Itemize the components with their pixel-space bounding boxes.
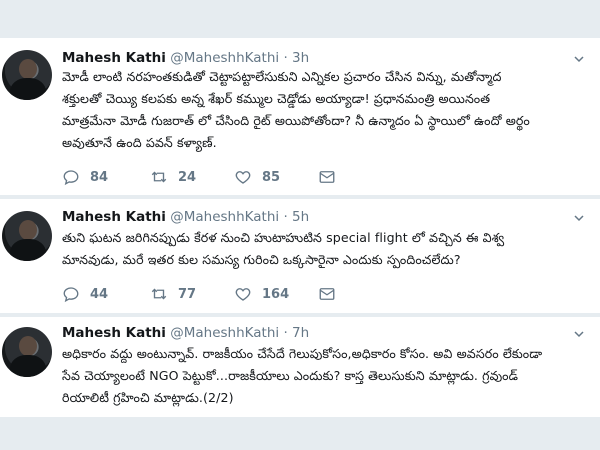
reply-icon bbox=[63, 287, 79, 303]
tweet-text: అధికారం వద్దు అంటున్నావ్. రాజకీయం చేసేదే… bbox=[62, 343, 587, 409]
timestamp[interactable]: 5h bbox=[292, 209, 309, 225]
like-count: 164 bbox=[262, 286, 290, 302]
timestamp[interactable]: 3h bbox=[292, 50, 309, 66]
reply-button[interactable]: 84 bbox=[62, 166, 108, 188]
reply-button[interactable]: 44 bbox=[62, 283, 108, 305]
like-button[interactable]: 164 bbox=[234, 283, 289, 305]
avatar[interactable] bbox=[2, 211, 52, 261]
dm-button[interactable] bbox=[318, 166, 346, 188]
chevron-down-icon[interactable] bbox=[574, 329, 584, 339]
retweet-icon bbox=[151, 171, 167, 183]
tweet-header: Mahesh Kathi @MaheshhKathi · 7h bbox=[62, 323, 309, 343]
tweet-text-line: సేవ చెయ్యాలంటే NGO పెట్టుకో...రాజకీయాలు … bbox=[62, 368, 519, 383]
retweet-button[interactable]: 77 bbox=[150, 283, 196, 305]
user-handle[interactable]: @MaheshhKathi bbox=[170, 50, 279, 66]
top-separator bbox=[0, 0, 600, 38]
chevron-down-icon[interactable] bbox=[574, 54, 584, 64]
reply-icon bbox=[63, 170, 79, 186]
reply-count: 44 bbox=[90, 286, 109, 302]
tweet-text-line: మాత్రమేనా మోడీ గుజరాత్ లో చేసింది రైట్ అ… bbox=[62, 113, 530, 128]
user-handle[interactable]: @MaheshhKathi bbox=[170, 325, 279, 341]
tweet-card[interactable]: Mahesh Kathi @MaheshhKathi · 3h మోడీ లాం… bbox=[0, 38, 600, 195]
tweet-text-line: రియాలిటీ గ్రహించి మాట్లాడు.(2/2) bbox=[62, 390, 234, 405]
heart-icon bbox=[235, 288, 251, 301]
display-name[interactable]: Mahesh Kathi bbox=[62, 325, 166, 341]
display-name[interactable]: Mahesh Kathi bbox=[62, 209, 166, 225]
chevron-down-icon[interactable] bbox=[574, 213, 584, 223]
retweet-icon bbox=[151, 288, 167, 300]
dm-button[interactable] bbox=[318, 283, 346, 305]
heart-icon bbox=[235, 171, 251, 184]
tweet-text-line: శక్తులతో చెయ్యి కలపకు అన్న శేఖర్ కమ్ముల … bbox=[62, 91, 491, 106]
retweet-button[interactable]: 24 bbox=[150, 166, 196, 188]
tweet-text-line: అధికారం వద్దు అంటున్నావ్. రాజకీయం చేసేదే… bbox=[62, 346, 543, 361]
avatar[interactable] bbox=[2, 327, 52, 377]
retweet-count: 77 bbox=[178, 286, 197, 302]
tweet-header: Mahesh Kathi @MaheshhKathi · 5h bbox=[62, 207, 309, 227]
retweet-count: 24 bbox=[178, 169, 197, 185]
reply-count: 84 bbox=[90, 169, 109, 185]
tweet-text-line: తుని ఘటన జరిగినప్పుడు కేరళ నుంచి హుటాహుట… bbox=[62, 230, 505, 245]
user-handle[interactable]: @MaheshhKathi bbox=[170, 209, 279, 225]
mail-icon bbox=[319, 171, 335, 183]
tweet-text-line: మోడీ లాంటి నరహంతకుడితో చెట్టాపట్టాలేసుకు… bbox=[62, 69, 502, 84]
mail-icon bbox=[319, 288, 335, 300]
tweet-text-line: మానవుడు, మరే ఇతర కుల సమస్య గురించి ఒక్కస… bbox=[62, 252, 461, 267]
tweet-header: Mahesh Kathi @MaheshhKathi · 3h bbox=[62, 48, 309, 68]
timestamp[interactable]: 7h bbox=[292, 325, 309, 341]
like-button[interactable]: 85 bbox=[234, 166, 280, 188]
like-count: 85 bbox=[262, 169, 281, 185]
tweet-text-line: అవుతూనే ఉంది పవన్ కళ్యాణ్. bbox=[62, 135, 217, 150]
display-name[interactable]: Mahesh Kathi bbox=[62, 50, 166, 66]
bottom-separator bbox=[0, 417, 600, 450]
separator-dot: · bbox=[283, 325, 288, 341]
avatar[interactable] bbox=[2, 50, 52, 100]
separator-dot: · bbox=[283, 50, 288, 66]
separator-dot: · bbox=[283, 209, 288, 225]
tweet-text: తుని ఘటన జరిగినప్పుడు కేరళ నుంచి హుటాహుట… bbox=[62, 227, 587, 271]
tweet-card[interactable]: Mahesh Kathi @MaheshhKathi · 5h తుని ఘటన… bbox=[0, 199, 600, 313]
tweet-card[interactable]: Mahesh Kathi @MaheshhKathi · 7h అధికారం … bbox=[0, 317, 600, 417]
tweet-text: మోడీ లాంటి నరహంతకుడితో చెట్టాపట్టాలేసుకు… bbox=[62, 66, 587, 154]
